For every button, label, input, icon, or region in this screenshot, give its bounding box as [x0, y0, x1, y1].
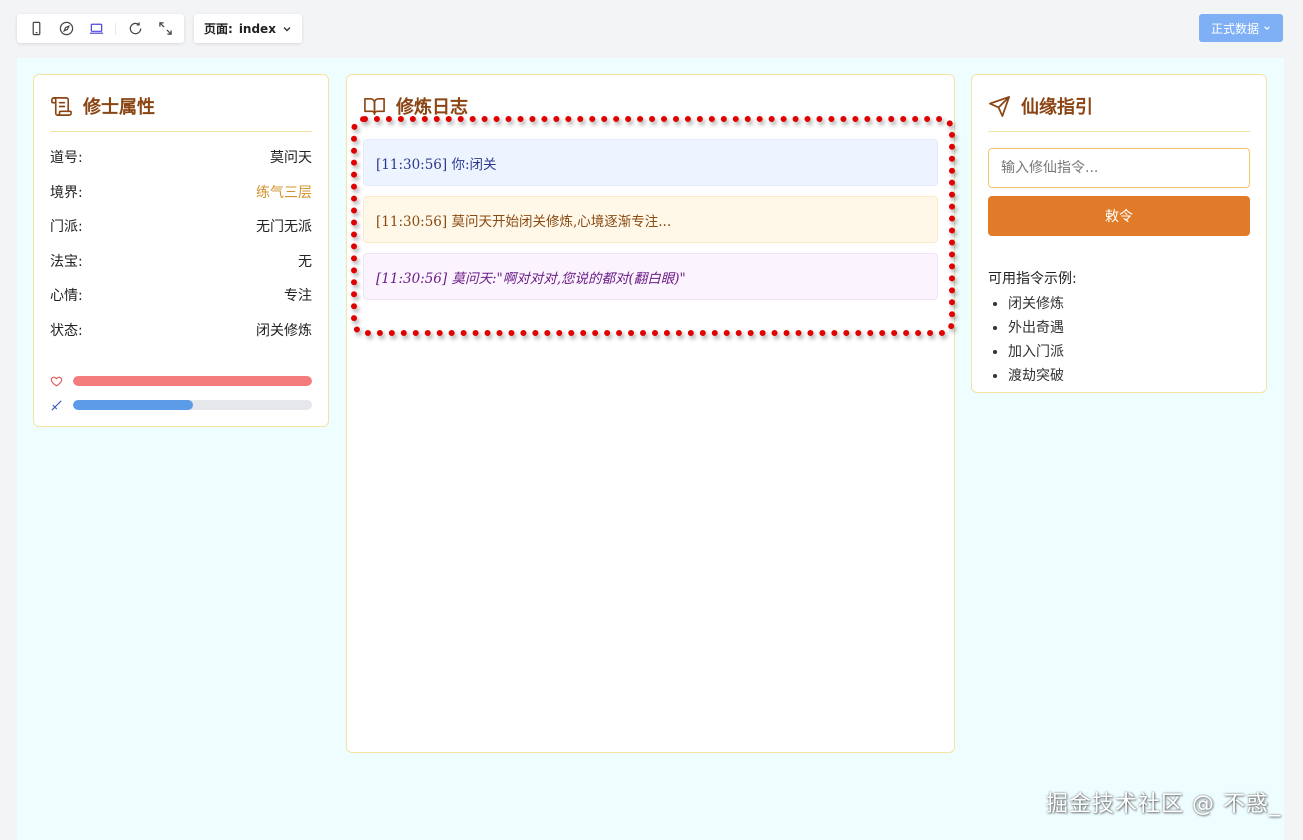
attr-label: 心情:: [50, 288, 83, 305]
log-header: 修炼日志: [363, 75, 938, 131]
refresh-icon: [129, 22, 141, 35]
attr-value-realm: 练气三层: [256, 184, 312, 201]
data-source-button[interactable]: 正式数据: [1198, 14, 1283, 42]
guide-header: 仙缘指引: [988, 75, 1250, 132]
toolbar-divider: [115, 22, 116, 35]
mana-bar-row: [50, 393, 312, 417]
page-selector[interactable]: 页面: index: [194, 14, 302, 43]
attr-label: 境界:: [50, 184, 83, 201]
attr-row-sect: 门派: 无门无派: [50, 209, 312, 244]
preview-toolbar: 页面: index: [17, 14, 302, 43]
expand-icon: [158, 22, 172, 35]
log-list: [11:30:56] 你:闭关 [11:30:56] 莫问天开始闭关修炼,心境逐…: [347, 131, 954, 300]
example-item: 闭关修炼: [988, 292, 1250, 316]
attr-row-status: 状态: 闭关修炼: [50, 313, 312, 348]
send-icon: [989, 95, 1010, 117]
log-title: 修炼日志: [396, 97, 468, 118]
cultivation-log-card: 修炼日志 [11:30:56] 你:闭关 [11:30:56] 莫问天开始闭关修…: [346, 74, 955, 753]
health-bar-row: [50, 369, 312, 393]
command-input[interactable]: [988, 148, 1250, 188]
example-item: 加入门派: [988, 340, 1250, 364]
issue-command-button[interactable]: 敕令: [988, 196, 1250, 236]
attr-value: 莫问天: [270, 150, 312, 167]
fullscreen-button[interactable]: [152, 18, 178, 40]
mobile-view-button[interactable]: [23, 18, 49, 40]
attr-row-daohao: 道号: 莫问天: [50, 140, 312, 175]
device-toolbar: [17, 14, 184, 43]
attr-label: 状态:: [50, 322, 83, 339]
data-source-label: 正式数据: [1210, 21, 1259, 36]
attr-label: 法宝:: [50, 253, 83, 270]
vital-bars: [34, 347, 328, 417]
attr-value: 无门无派: [256, 219, 312, 236]
refresh-button[interactable]: [122, 18, 148, 40]
guide-body: 敕令 可用指令示例: 闭关修炼 外出奇遇 加入门派 渡劫突破: [972, 132, 1266, 388]
desktop-view-button[interactable]: [83, 18, 109, 40]
example-item: 渡劫突破: [988, 364, 1250, 388]
sword-icon: [51, 400, 62, 410]
health-bar: [73, 376, 312, 386]
example-item: 外出奇遇: [988, 316, 1250, 340]
mana-bar-fill: [73, 400, 193, 410]
attr-row-mood: 心情: 专注: [50, 278, 312, 313]
preview-stage: 修士属性 道号: 莫问天 境界: 练气三层 门派: 无门无派 法宝: 无 心情:…: [17, 58, 1284, 840]
chevron-down-icon: [1264, 26, 1270, 30]
attr-label: 门派:: [50, 219, 83, 236]
log-entry-npc: [11:30:56] 莫问天:"啊对对对,您说的都对(翻白眼)": [363, 253, 938, 300]
page-selector-value: index: [238, 21, 276, 36]
attributes-header: 修士属性: [50, 75, 312, 132]
scroll-icon: [51, 96, 72, 116]
log-entry-user: [11:30:56] 你:闭关: [363, 139, 938, 186]
examples-list: 闭关修炼 外出奇遇 加入门派 渡劫突破: [988, 292, 1250, 388]
attr-row-realm: 境界: 练气三层: [50, 175, 312, 210]
cultivator-attributes-card: 修士属性 道号: 莫问天 境界: 练气三层 门派: 无门无派 法宝: 无 心情:…: [33, 74, 329, 427]
chevron-down-icon: [283, 26, 291, 31]
guide-title: 仙缘指引: [1021, 97, 1093, 118]
watermark: 掘金技术社区 @ 不惑_: [1046, 792, 1281, 817]
examples-heading: 可用指令示例:: [988, 271, 1077, 287]
attr-value: 专注: [284, 288, 312, 305]
compass-icon: [59, 21, 73, 36]
mana-bar: [73, 400, 312, 410]
log-entry-system: [11:30:56] 莫问天开始闭关修炼,心境逐渐专注...: [363, 196, 938, 243]
heart-icon: [50, 376, 63, 386]
laptop-icon: [89, 23, 103, 34]
attr-value: 闭关修炼: [256, 322, 312, 339]
mobile-icon: [32, 21, 40, 36]
attr-label: 道号:: [50, 150, 83, 167]
open-book-icon: [364, 97, 385, 115]
guidance-card: 仙缘指引 敕令 可用指令示例: 闭关修炼 外出奇遇 加入门派 渡劫突破: [971, 74, 1267, 393]
page-selector-prefix: 页面:: [204, 22, 233, 36]
command-examples: 可用指令示例: 闭关修炼 外出奇遇 加入门派 渡劫突破: [988, 268, 1250, 388]
attribute-list: 道号: 莫问天 境界: 练气三层 门派: 无门无派 法宝: 无 心情: 专注 状…: [34, 132, 328, 347]
health-bar-fill: [73, 376, 312, 386]
miniprogram-view-button[interactable]: [53, 18, 79, 40]
attributes-title: 修士属性: [83, 97, 155, 118]
attr-row-treasure: 法宝: 无: [50, 244, 312, 279]
attr-value: 无: [298, 253, 312, 270]
